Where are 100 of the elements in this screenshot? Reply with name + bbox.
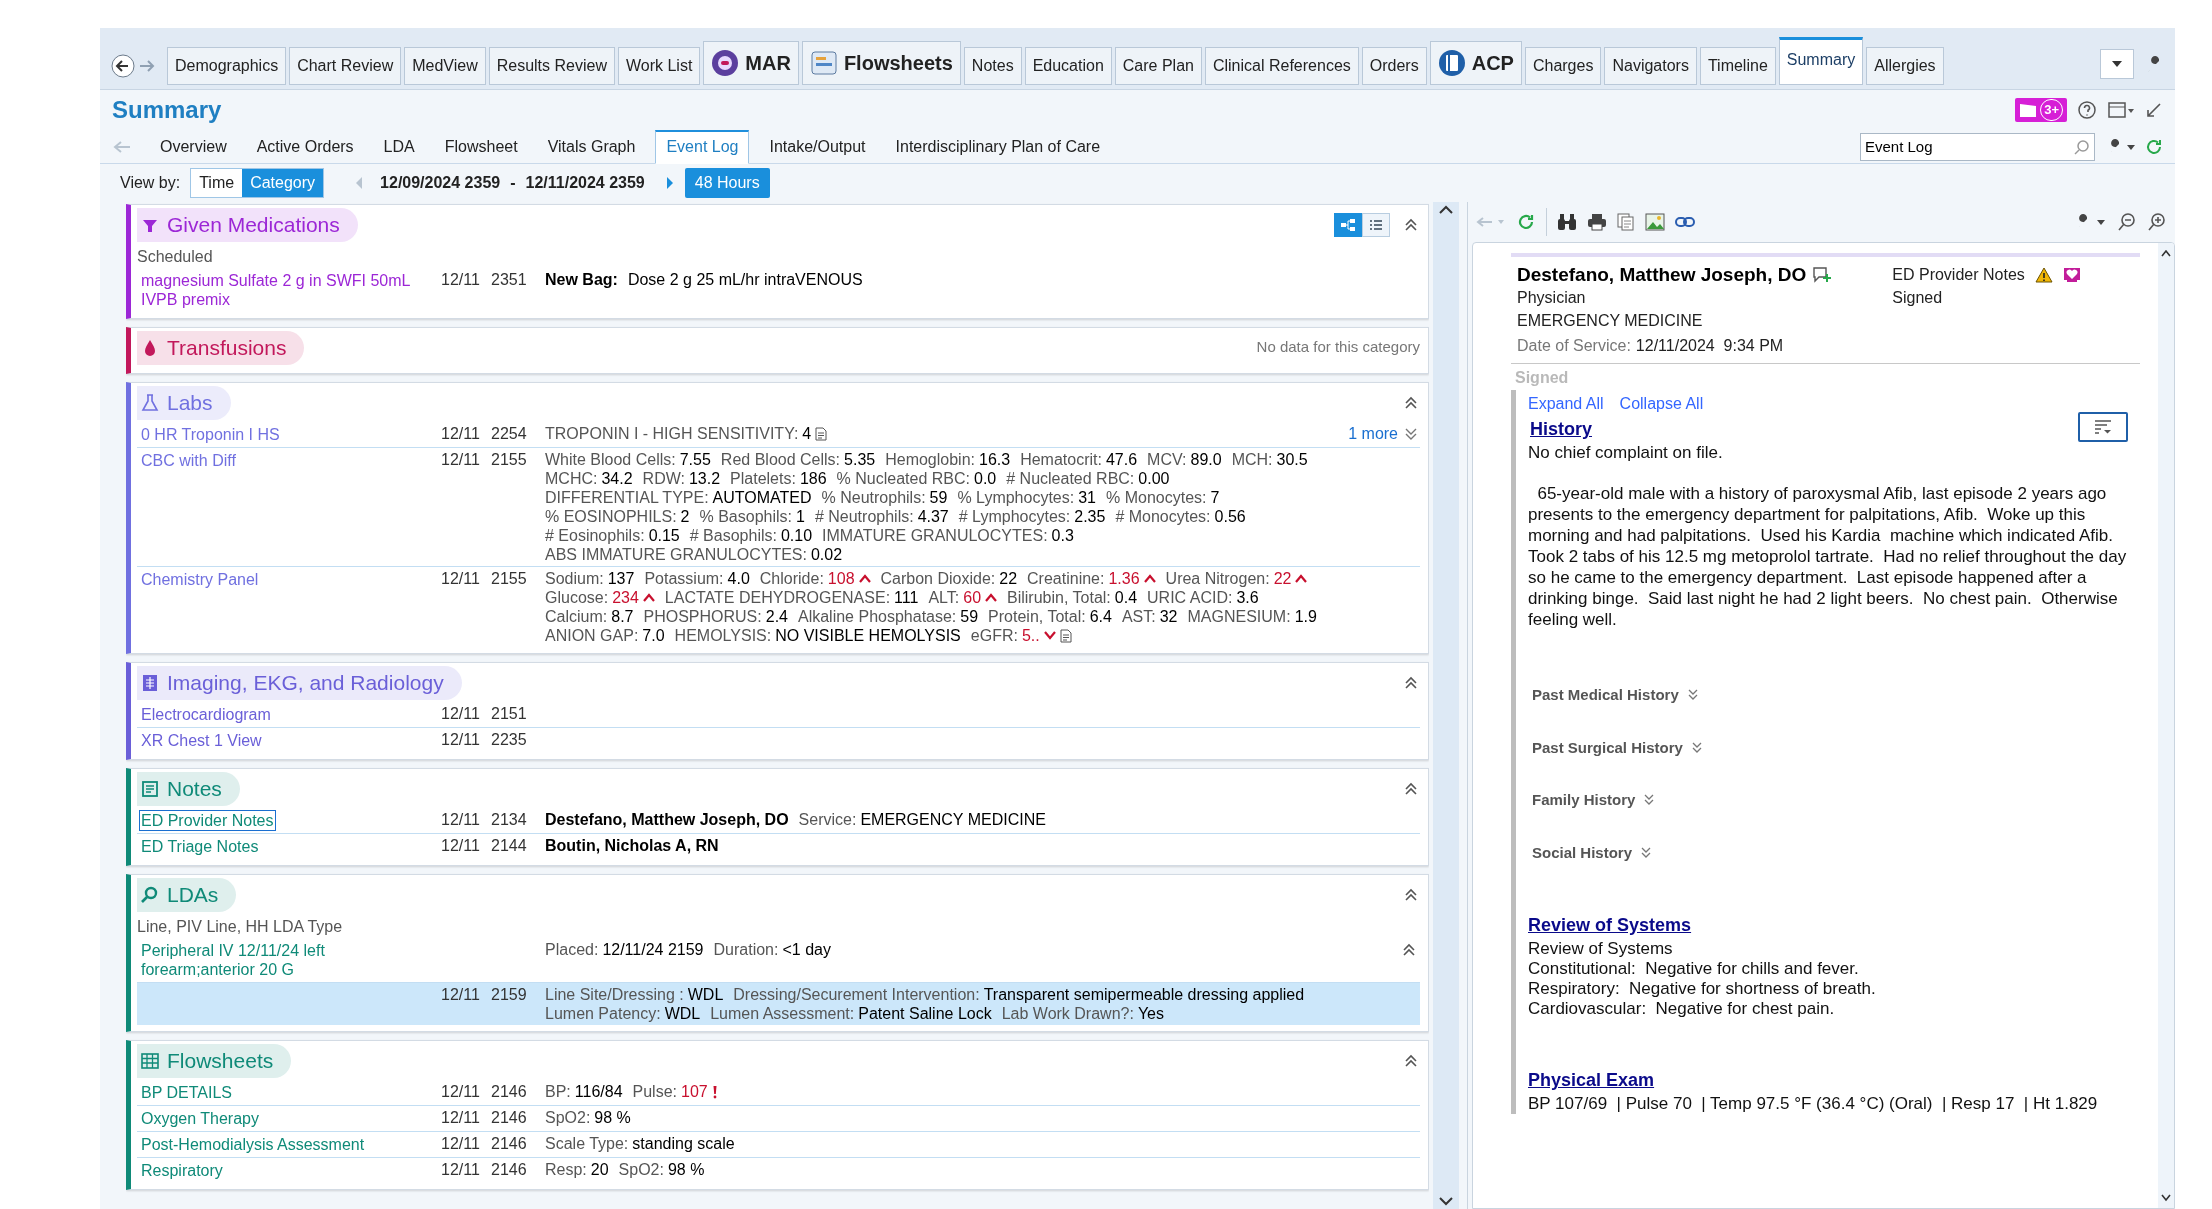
row-link[interactable]: Peripheral IV 12/11/24 left forearm;anterior 20 G — [139, 940, 429, 980]
tabs-menu-button[interactable] — [2100, 49, 2134, 79]
graph-view-button[interactable] — [1334, 212, 1362, 237]
event-row[interactable]: Post-Hemodialysis Assessment 12/11 2146 Scale Type: standing scale — [137, 1131, 1420, 1157]
tab[interactable]: Summary — [1778, 37, 1864, 85]
scroll-down-icon[interactable] — [1438, 1195, 1454, 1207]
print-icon[interactable] — [1587, 213, 1607, 231]
alert-badge[interactable]: 3+ — [2015, 98, 2067, 122]
expand-icon[interactable] — [1404, 426, 1418, 441]
row-link[interactable]: Post-Hemodialysis Assessment — [139, 1134, 367, 1155]
section-header[interactable]: Notes — [137, 771, 240, 806]
selected-row[interactable]: 12/11 2159 Line Site/Dressing : WDL Dressing/Securement Intervention: Transparent semipermeable dressing applied Lumen Patency: WDL Lumen Assessment: Patent Saline Lock Lab Work Drawn?: Yes — [137, 982, 1420, 1025]
collapse-icon[interactable] — [1404, 887, 1418, 902]
zoom-out-icon[interactable] — [2117, 212, 2137, 232]
document-icon[interactable] — [1059, 628, 1072, 643]
document-icon[interactable] — [815, 426, 828, 441]
row-link[interactable]: magnesium Sulfate 2 g in SWFI 50mL IVPB premix — [139, 270, 429, 310]
scroll-up-icon[interactable] — [2161, 249, 2171, 257]
row-link[interactable]: Respiratory — [139, 1160, 225, 1181]
shrink-icon[interactable] — [2145, 101, 2163, 119]
event-row[interactable]: BP DETAILS 12/11 2146 BP: 116/84 Pulse: 107 — [137, 1080, 1420, 1105]
row-link[interactable]: ED Provider Notes — [139, 810, 276, 831]
event-row[interactable]: ED Triage Notes 12/11 2144 Boutin, Nicholas A, RN — [137, 833, 1420, 859]
tab[interactable]: Allergies — [1866, 47, 1944, 85]
tab[interactable]: MAR — [703, 41, 799, 85]
collapse-icon[interactable] — [1404, 217, 1418, 232]
window-icon[interactable] — [2107, 100, 2135, 120]
tab[interactable]: Charges — [1524, 47, 1602, 85]
section-heading-link[interactable]: Physical Exam — [1528, 1067, 1655, 1094]
tab[interactable]: Chart Review — [289, 47, 402, 85]
sub-tab[interactable]: Intake/Output — [759, 129, 876, 164]
refresh-icon[interactable] — [2145, 137, 2163, 156]
view-option[interactable]: Time — [191, 169, 243, 197]
tab[interactable]: Notes — [963, 47, 1022, 85]
row-link[interactable]: BP DETAILS — [139, 1082, 234, 1103]
binoculars-icon[interactable] — [1557, 213, 1577, 231]
section-header[interactable]: Given Medications — [137, 207, 358, 242]
help-icon[interactable] — [2077, 100, 2097, 120]
section-header[interactable]: Transfusions — [137, 330, 305, 365]
next-icon[interactable] — [664, 176, 675, 190]
scrollbar[interactable] — [2158, 243, 2174, 1208]
section-heading-link[interactable]: History — [1530, 416, 1592, 443]
tab[interactable]: Clinical References — [1204, 47, 1359, 85]
row-link[interactable]: Oxygen Therapy — [139, 1108, 261, 1129]
event-row[interactable]: magnesium Sulfate 2 g in SWFI 50mL IVPB premix 12/11 2351 New Bag: Dose 2 g 25 mL/hr intraVENOUS — [137, 268, 1420, 312]
row-link[interactable]: Chemistry Panel — [139, 569, 261, 590]
copy-icon[interactable] — [1617, 213, 1635, 231]
tab[interactable]: Work List — [617, 47, 701, 85]
expand-all-link[interactable]: Expand All — [1528, 392, 1604, 416]
collapse-all-link[interactable]: Collapse All — [1619, 392, 1704, 416]
list-view-button[interactable] — [1362, 212, 1390, 237]
event-row[interactable]: Electrocardiogram 12/11 2151 — [137, 702, 1420, 727]
collapse-icon[interactable] — [1402, 943, 1416, 957]
sub-tab[interactable]: Flowsheet — [434, 129, 528, 164]
section-header[interactable]: Flowsheets — [137, 1043, 292, 1078]
collapse-icon[interactable] — [1404, 781, 1418, 796]
tab[interactable]: Care Plan — [1114, 47, 1202, 85]
event-row[interactable]: Peripheral IV 12/11/24 left forearm;anterior 20 G Placed: 12/11/24 2159 Duration: <1 day — [137, 938, 1420, 982]
filter-button[interactable] — [2078, 412, 2128, 442]
section-header[interactable]: LDAs — [137, 877, 237, 912]
tab[interactable]: Results Review — [488, 47, 615, 85]
section-header[interactable]: Imaging, EKG, and Radiology — [137, 665, 462, 700]
event-row[interactable]: Respiratory 12/11 2146 Resp: 20 SpO2: 98 % — [137, 1157, 1420, 1183]
tab[interactable]: Navigators — [1604, 47, 1697, 85]
row-link[interactable]: CBC with Diff — [139, 450, 238, 471]
tab[interactable]: Demographics — [167, 47, 287, 85]
search-field[interactable]: Event Log — [1860, 132, 2095, 161]
tab[interactable]: Orders — [1361, 47, 1427, 85]
zoom-in-icon[interactable] — [2147, 212, 2167, 232]
tab[interactable]: ACP — [1429, 41, 1522, 85]
tab[interactable]: Education — [1024, 47, 1112, 85]
search-icon[interactable] — [2074, 138, 2090, 155]
view-option[interactable]: Category — [242, 169, 324, 197]
scrollbar[interactable] — [1433, 202, 1459, 1209]
section-header[interactable]: Labs — [137, 385, 231, 420]
tab[interactable]: MedView — [404, 47, 486, 85]
more-link[interactable]: 1 more — [1348, 424, 1398, 443]
collapsible-heading[interactable]: Past Surgical History — [1532, 736, 1703, 759]
collapsible-heading[interactable]: Family History — [1532, 789, 1656, 812]
row-link[interactable]: 0 HR Troponin I HS — [139, 424, 282, 445]
event-row[interactable]: 0 HR Troponin I HS 12/11 2254 TROPONIN I - HIGH SENSITIVITY: 4 1 more — [137, 422, 1420, 447]
collapsible-heading[interactable]: Past Medical History — [1532, 684, 1699, 707]
sub-tab[interactable]: LDA — [373, 129, 425, 164]
sub-tab[interactable]: Active Orders — [246, 129, 364, 164]
image-icon[interactable] — [1645, 213, 1665, 231]
section-heading-link[interactable]: Review of Systems — [1528, 912, 1692, 939]
sub-tab[interactable]: Interdisciplinary Plan of Care — [885, 129, 1111, 164]
collapsible-heading[interactable]: Social History — [1532, 841, 1653, 864]
scroll-up-icon[interactable] — [1438, 204, 1454, 216]
tab[interactable]: Flowsheets — [801, 41, 961, 85]
refresh-icon[interactable] — [1516, 212, 1536, 232]
sub-tab[interactable]: Vitals Graph — [537, 129, 646, 164]
add-comment-icon[interactable] — [1812, 265, 1833, 284]
row-link[interactable]: XR Chest 1 View — [139, 730, 264, 751]
collapse-icon[interactable] — [1404, 395, 1418, 410]
event-row[interactable]: XR Chest 1 View 12/11 2235 — [137, 727, 1420, 753]
collapse-icon[interactable] — [1404, 1053, 1418, 1068]
sub-tab[interactable]: Overview — [150, 129, 237, 164]
row-link[interactable]: ED Triage Notes — [139, 836, 261, 857]
collapse-icon[interactable] — [1404, 675, 1418, 690]
